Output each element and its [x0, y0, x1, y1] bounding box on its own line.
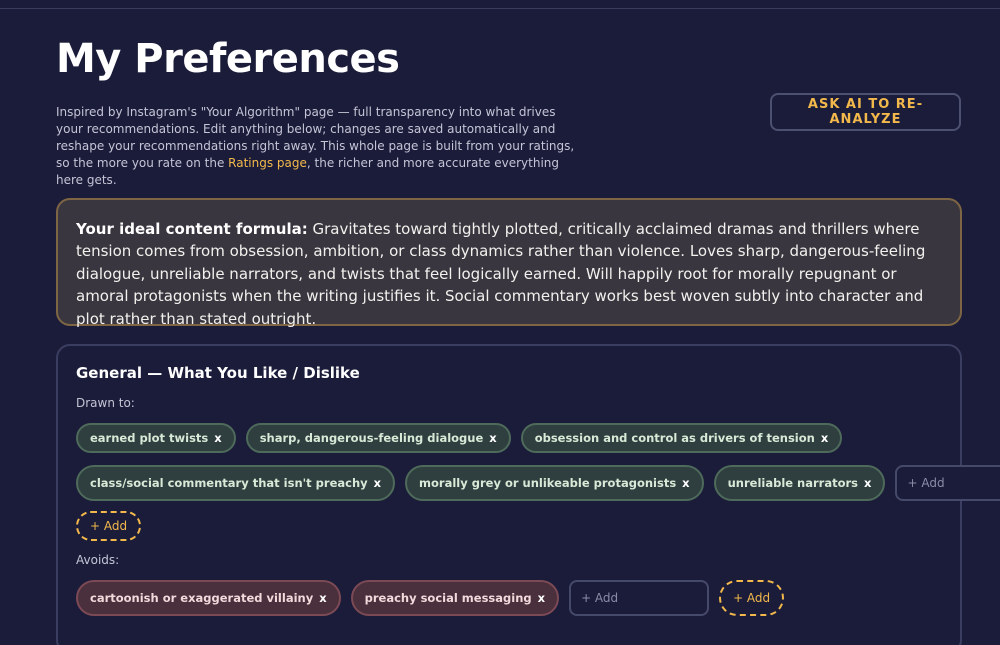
chip-label: morally grey or unlikeable protagonists	[419, 476, 677, 490]
ratings-page-link[interactable]: Ratings page	[228, 156, 307, 170]
chip-label: earned plot twists	[90, 431, 209, 445]
chip-label: preachy social messaging	[364, 591, 532, 605]
add-avoids-input[interactable]	[569, 580, 710, 616]
formula-label: Your ideal content formula:	[76, 220, 308, 238]
chip-label: sharp, dangerous-feeling dialogue	[259, 431, 484, 445]
avoid-chip: cartoonish or exaggerated villainy x	[76, 580, 341, 616]
remove-chip-icon[interactable]: x	[319, 591, 326, 605]
general-preferences-card: General — What You Like / Dislike Drawn …	[56, 344, 1000, 645]
chip-label: cartoonish or exaggerated villainy	[90, 591, 314, 605]
like-chip: sharp, dangerous-feeling dialogue x	[245, 423, 511, 453]
chip-label: obsession and control as drivers of tens…	[534, 431, 815, 445]
remove-chip-icon[interactable]: x	[538, 591, 545, 605]
avoid-chip: preachy social messaging x	[350, 580, 560, 616]
like-chip: morally grey or unlikeable protagonists …	[405, 465, 704, 501]
content-formula-card: Your ideal content formula: Gravitates t…	[56, 198, 962, 328]
chip-label: unreliable narrators	[727, 476, 859, 490]
drawn-to-row-1: earned plot twists x sharp, dangerous-fe…	[76, 423, 942, 453]
drawn-to-add-row: + Add	[76, 511, 942, 541]
remove-chip-icon[interactable]: x	[821, 431, 828, 445]
add-drawn-to-button[interactable]: + Add	[76, 511, 142, 541]
avoids-label: Avoids:	[76, 553, 120, 567]
preferences-page: My Preferences Inspired by Instagram's "…	[0, 0, 1000, 645]
page-title: My Preferences	[56, 36, 400, 82]
remove-chip-icon[interactable]: x	[682, 476, 689, 490]
drawn-to-row-2: class/social commentary that isn't preac…	[76, 465, 1000, 501]
like-chip: unreliable narrators x	[713, 465, 886, 501]
drawn-to-label: Drawn to:	[76, 396, 135, 410]
add-drawn-to-input[interactable]	[895, 465, 1000, 501]
intro-paragraph: Inspired by Instagram's "Your Algorithm"…	[56, 104, 586, 189]
remove-chip-icon[interactable]: x	[864, 476, 871, 490]
like-chip: class/social commentary that isn't preac…	[76, 465, 396, 501]
remove-chip-icon[interactable]: x	[214, 431, 221, 445]
like-chip: obsession and control as drivers of tens…	[520, 423, 843, 453]
like-chip: earned plot twists x	[76, 423, 236, 453]
add-avoids-button[interactable]: + Add	[719, 580, 785, 616]
top-divider	[0, 8, 1000, 9]
remove-chip-icon[interactable]: x	[374, 476, 381, 490]
chip-label: class/social commentary that isn't preac…	[90, 476, 368, 490]
general-section-title: General — What You Like / Dislike	[76, 364, 360, 382]
ask-ai-reanalyze-button[interactable]: ASK AI TO RE-ANALYZE	[770, 93, 961, 131]
remove-chip-icon[interactable]: x	[489, 431, 496, 445]
avoids-row: cartoonish or exaggerated villainy x pre…	[76, 580, 942, 616]
